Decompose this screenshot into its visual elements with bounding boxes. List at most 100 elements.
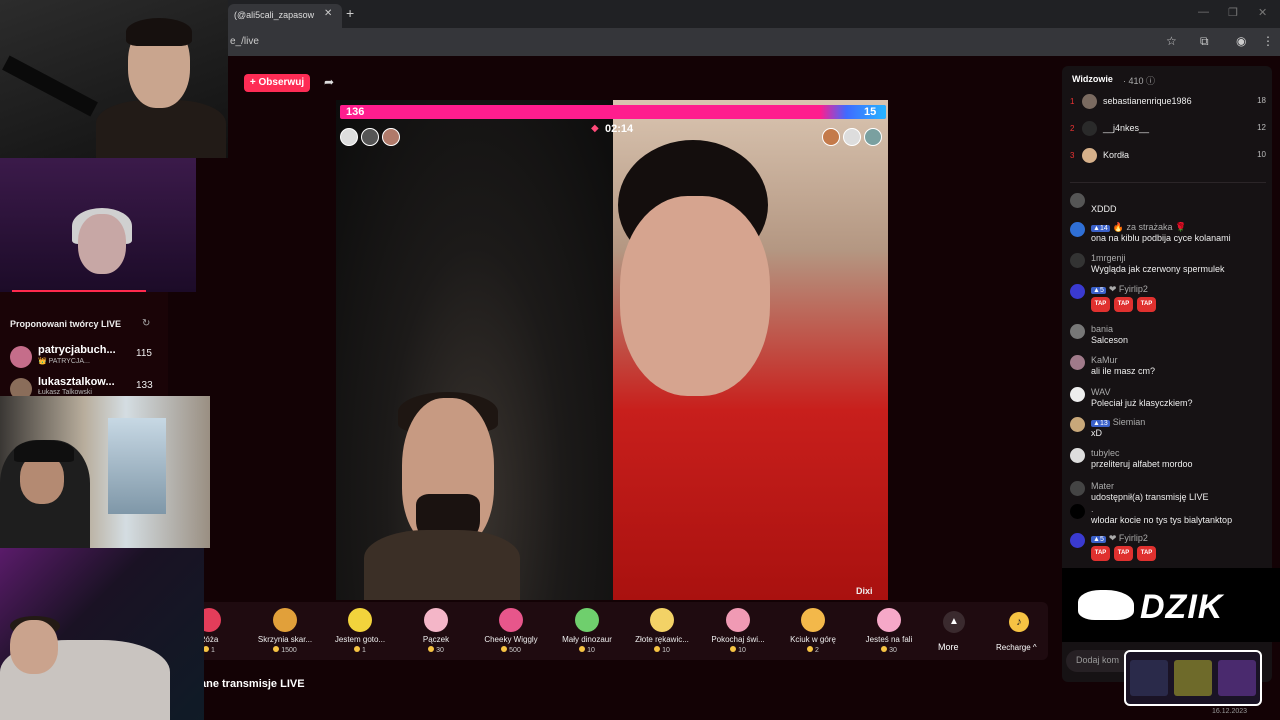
chat-message[interactable]: ▲13 Siemian xD (1070, 417, 1266, 445)
brand-overlay-text: DZIK (1140, 588, 1224, 626)
chat-message[interactable]: ▲14 🔥 za strażaka 🌹 ona na kiblu podbija c… (1070, 222, 1266, 250)
gift-price: 2 (776, 646, 850, 654)
extensions-icon[interactable]: ⧉ (1200, 34, 1209, 49)
username: Mater (1091, 481, 1115, 491)
viewer-name: Kordła (1103, 150, 1130, 160)
gift-price: 30 (399, 646, 473, 654)
gift-name: Jestem goto... (334, 635, 386, 644)
cam1-body (96, 100, 226, 158)
gift-price: 10 (701, 646, 775, 654)
creator-name: lukasztalkow... (38, 376, 115, 388)
chat-message[interactable]: . wlodar kocie no tys tys bialytanktop (1070, 504, 1266, 532)
message-text: XDDD (1091, 204, 1117, 214)
profile-icon[interactable]: ◉ (1236, 34, 1246, 48)
message-text: Salceson (1091, 335, 1129, 345)
coin-icon (501, 646, 508, 652)
chat-message[interactable]: 1mrgenji Wygląda jak czerwony spermulek (1070, 253, 1266, 281)
gift-item[interactable]: Cheeky Wiggly 500 (474, 608, 548, 654)
chat-message[interactable]: WAV Poleciał już klasyczkiem? (1070, 387, 1266, 415)
viewer-rank-row[interactable]: 2 __j4nkes__ 12 (1070, 121, 1266, 139)
divider (1070, 182, 1266, 183)
gift-name: Skrzynia skar... (257, 635, 313, 644)
viewer-score: 12 (1257, 123, 1266, 132)
recharge-button[interactable]: Recharge ^ (996, 643, 1037, 652)
gift-icon (801, 608, 825, 632)
gift-icon (877, 608, 901, 632)
supporter-avatar[interactable] (340, 128, 358, 146)
supporter-avatar[interactable] (864, 128, 882, 146)
tap-emote-icon: TAP (1114, 546, 1133, 561)
coin-icon (807, 646, 814, 652)
avatar (1082, 121, 1097, 136)
avatar (10, 346, 32, 368)
gift-item[interactable]: Pokochaj świ... 10 (701, 608, 775, 654)
more-gifts-button[interactable]: More (938, 642, 959, 652)
tab-close-icon[interactable]: ✕ (324, 8, 332, 19)
viewer-name: sebastianenrique1986 (1103, 96, 1192, 106)
coin-icon[interactable]: ♪ (1009, 612, 1029, 632)
follow-button[interactable]: + Obserwuj (244, 74, 310, 92)
gift-item[interactable]: Jestem goto... 1 (323, 608, 397, 654)
suggested-creator[interactable]: patrycjabuch... 👑 PATRYCJA... 115 (10, 344, 160, 370)
coin-icon (428, 646, 435, 652)
supporter-avatar[interactable] (822, 128, 840, 146)
close-window-button[interactable]: ✕ (1258, 6, 1267, 19)
username: bania (1091, 324, 1114, 334)
gift-item[interactable]: Kciuk w górę 2 (776, 608, 850, 654)
avatar (1070, 387, 1085, 402)
message-text: udostępnił(a) transmisję LIVE (1091, 492, 1209, 502)
tab-title: (@ali5cali_zapasow (234, 10, 315, 20)
pk-left-score: 136 (346, 106, 365, 118)
menu-icon[interactable]: ⋮ (1262, 34, 1274, 48)
gift-item[interactable]: Złote rękawic... 10 (625, 608, 699, 654)
minimize-button[interactable]: — (1198, 6, 1209, 18)
gift-icon (273, 608, 297, 632)
chat-message[interactable]: tubylec przeliteruj alfabet mordoo (1070, 448, 1266, 476)
gift-icon (726, 608, 750, 632)
supporter-avatar[interactable] (361, 128, 379, 146)
new-tab-button[interactable]: + (346, 5, 354, 21)
section-title: ane transmisje LIVE (200, 678, 305, 690)
viewer-count: 115 (136, 348, 152, 359)
username: . (1091, 504, 1094, 514)
supporter-avatar[interactable] (843, 128, 861, 146)
chat-message[interactable]: ▲5 ❤ Fyirlip2 TAP TAP TAP (1070, 284, 1266, 312)
username: WAV (1091, 387, 1111, 397)
thumbnail (1218, 660, 1256, 696)
message-text: Wygląda jak czerwony spermulek (1091, 264, 1225, 274)
gift-item[interactable]: Skrzynia skar... 1500 (248, 608, 322, 654)
level-badge: ▲14 (1091, 225, 1110, 232)
maximize-button[interactable]: ❐ (1228, 6, 1238, 19)
gift-price: 500 (474, 646, 548, 654)
gift-item[interactable]: Pączek 30 (399, 608, 473, 654)
avatar (1070, 504, 1085, 519)
gift-name: Kciuk w górę (790, 635, 836, 644)
chat-message[interactable]: bania Salceson (1070, 324, 1266, 352)
gift-item[interactable]: Jesteś na fali 30 (852, 608, 926, 654)
cam1-hair (126, 18, 192, 46)
share-icon[interactable]: ➦ (324, 75, 334, 89)
rank-number: 2 (1070, 124, 1075, 133)
message-text: przeliteruj alfabet mordoo (1091, 459, 1193, 469)
address-bar[interactable]: e_/live (228, 33, 1148, 51)
viewers-label[interactable]: Widzowie (1072, 74, 1113, 84)
viewer-rank-row[interactable]: 1 sebastianenrique1986 18 (1070, 94, 1266, 112)
username: tubylec (1091, 448, 1120, 458)
chat-message[interactable]: XDDD (1070, 193, 1266, 221)
more-gifts-icon[interactable]: ▲ (943, 611, 965, 633)
battle-icon: ◆ (591, 123, 599, 134)
gift-name: Mały dinozaur (562, 635, 612, 644)
viewer-rank-row[interactable]: 3 Kordła 10 (1070, 148, 1266, 166)
gift-item[interactable]: Mały dinozaur 10 (550, 608, 624, 654)
supporter-avatar[interactable] (382, 128, 400, 146)
guest-name-label: Dixi (856, 586, 873, 596)
gift-icon (499, 608, 523, 632)
bookmark-star-icon[interactable]: ☆ (1166, 34, 1177, 48)
gift-name: Cheeky Wiggly (484, 635, 538, 644)
message-text: wlodar kocie no tys tys bialytanktop (1091, 515, 1233, 525)
chat-message[interactable]: ▲5 ❤ Fyirlip2 TAP TAP TAP (1070, 533, 1266, 561)
chat-message[interactable]: KaMur ali ile masz cm? (1070, 355, 1266, 383)
refresh-icon[interactable]: ↻ (142, 318, 150, 329)
tap-emote-icon: TAP (1137, 546, 1156, 561)
battle-timer: 02:14 (605, 123, 634, 135)
